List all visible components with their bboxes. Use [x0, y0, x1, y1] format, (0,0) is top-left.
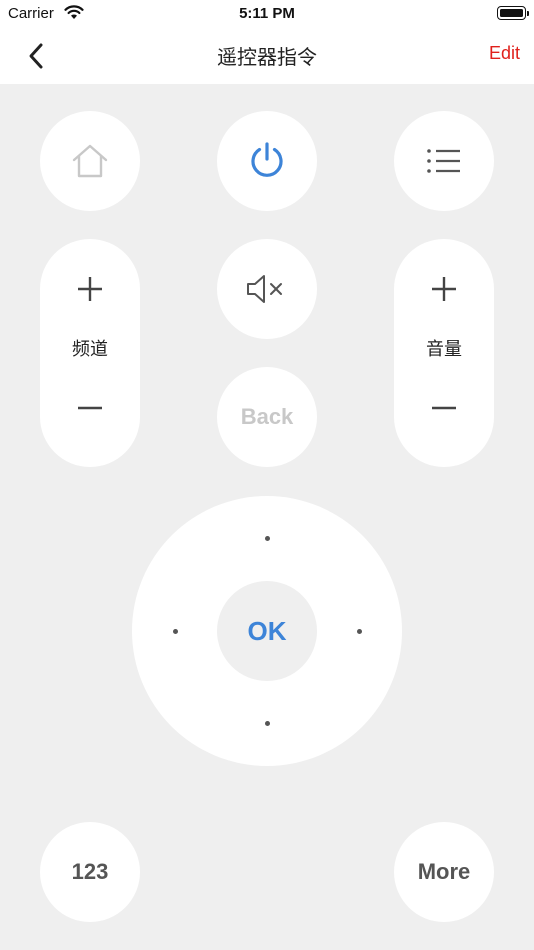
dot-icon	[172, 628, 178, 634]
channel-up-button[interactable]	[40, 259, 140, 319]
channel-down-button[interactable]	[40, 378, 140, 438]
clock: 5:11 PM	[239, 5, 295, 22]
volume-control: 音量	[394, 239, 494, 467]
numpad-label: 123	[71, 859, 109, 884]
channel-control: 频道	[40, 239, 140, 467]
home-icon	[72, 144, 108, 178]
dpad: OK	[132, 496, 402, 766]
dot-icon	[264, 535, 270, 541]
channel-label: 频道	[72, 339, 108, 359]
dpad-right-button[interactable]	[352, 624, 366, 638]
more-label: More	[417, 859, 471, 884]
numpad-button[interactable]: 123	[40, 822, 140, 922]
edit-button[interactable]: Edit	[489, 43, 520, 64]
dot-icon	[264, 720, 270, 726]
home-button[interactable]	[40, 111, 140, 211]
volume-up-button[interactable]	[394, 259, 494, 319]
mute-button[interactable]	[217, 239, 317, 339]
volume-down-button[interactable]	[394, 378, 494, 438]
dpad-down-button[interactable]	[260, 716, 274, 730]
ok-button[interactable]: OK	[217, 581, 317, 681]
navigation-bar: 遥控器指令 Edit	[0, 28, 534, 84]
back-label: Back	[240, 404, 294, 429]
more-button[interactable]: More	[394, 822, 494, 922]
volume-label: 音量	[426, 339, 462, 359]
dot-icon	[356, 628, 362, 634]
back-remote-button[interactable]: Back	[217, 367, 317, 467]
dpad-left-button[interactable]	[168, 624, 182, 638]
page-title: 遥控器指令	[217, 47, 317, 69]
power-button[interactable]	[217, 111, 317, 211]
menu-button[interactable]	[394, 111, 494, 211]
status-bar: Carrier 5:11 PM	[0, 0, 534, 28]
plus-icon	[432, 277, 456, 301]
menu-list-icon	[427, 149, 460, 173]
dpad-up-button[interactable]	[260, 531, 274, 545]
mute-icon	[247, 275, 282, 303]
minus-icon	[78, 406, 102, 410]
power-icon	[251, 142, 283, 177]
battery-icon	[497, 6, 529, 20]
minus-icon	[432, 406, 456, 410]
plus-icon	[78, 277, 102, 301]
